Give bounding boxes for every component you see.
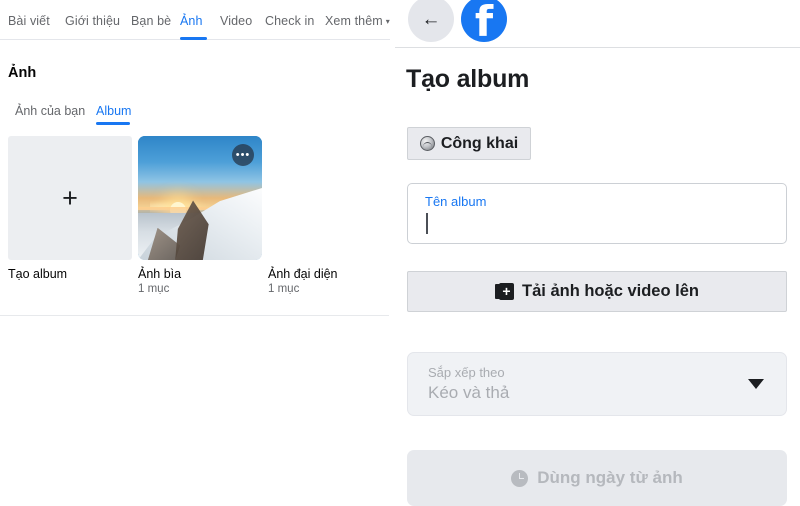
facebook-logo-icon[interactable]: f (461, 0, 507, 42)
privacy-selector-button[interactable]: Công khai (407, 127, 531, 160)
more-dots-icon[interactable]: ••• (232, 144, 254, 166)
profile-photos-panel: Bài viết Giới thiệu Bạn bè Ảnh Video Che… (0, 0, 390, 506)
chevron-down-icon[interactable] (748, 379, 764, 389)
album-item-count: 1 mục (268, 283, 300, 295)
add-photo-icon (495, 283, 515, 300)
album-name-input[interactable]: Tên album (407, 183, 787, 244)
album-name-label: Tên album (425, 194, 487, 209)
album-thumbnail[interactable] (268, 136, 390, 260)
nav-item-more[interactable]: Xem thêm ▾ (325, 14, 390, 28)
add-photo-front-sheet (499, 283, 515, 300)
nav-item-photos[interactable]: Ảnh (180, 14, 203, 28)
sort-by-select[interactable]: Sắp xếp theo Kéo và thả (407, 352, 787, 416)
clock-icon (511, 469, 529, 487)
upload-label: Tải ảnh hoặc video lên (522, 282, 699, 300)
upload-photo-video-button[interactable]: Tải ảnh hoặc video lên (407, 271, 787, 312)
back-button[interactable]: ← (408, 0, 454, 42)
nav-item-friends[interactable]: Bạn bè (131, 14, 171, 28)
album-title: Ảnh đại diện (268, 267, 338, 281)
album-title: Ảnh bìa (138, 267, 182, 281)
chevron-down-icon: ▾ (385, 17, 390, 26)
use-date-from-photos-button[interactable]: Dùng ngày từ ảnh (407, 450, 787, 506)
screenshot-root: Bài viết Giới thiệu Bạn bè Ảnh Video Che… (0, 0, 800, 506)
nav-item-more-label: Xem thêm (325, 14, 383, 28)
create-album-tile[interactable]: + (8, 136, 132, 260)
text-cursor (426, 213, 428, 234)
profile-nav: Bài viết Giới thiệu Bạn bè Ảnh Video Che… (0, 4, 390, 40)
subtab-active-underline (96, 122, 130, 125)
dialog-title: Tạo album (406, 65, 530, 93)
nav-item-checkin[interactable]: Check in (265, 14, 314, 28)
nav-active-underline (180, 37, 207, 40)
sort-by-label: Sắp xếp theo (428, 365, 505, 380)
page-title: Ảnh (8, 65, 37, 81)
back-arrow-icon: ← (421, 8, 441, 30)
highlight-box-create-album (8, 136, 132, 260)
album-card-create[interactable]: + Tạo album (8, 136, 132, 281)
create-album-dialog: ← f Tạo album Công khai Tên album Tải ả (395, 0, 800, 506)
use-date-label: Dùng ngày từ ảnh (537, 468, 683, 487)
globe-icon (419, 136, 435, 151)
privacy-label: Công khai (440, 134, 519, 152)
sort-by-value: Kéo và thả (428, 383, 510, 402)
facebook-f-glyph: f (474, 0, 494, 42)
album-title: Tạo album (8, 267, 68, 281)
album-thumbnail[interactable]: ••• (138, 136, 262, 260)
nav-item-posts[interactable]: Bài viết (8, 14, 50, 28)
album-item-count: 1 mục (138, 283, 170, 295)
subtab-albums[interactable]: Album (96, 104, 131, 118)
panel-divider (0, 315, 389, 316)
nav-item-video[interactable]: Video (220, 14, 252, 28)
subtab-your-photos[interactable]: Ảnh của bạn (15, 104, 85, 118)
nav-item-about[interactable]: Giới thiệu (65, 14, 120, 28)
album-card-cover-photos[interactable]: ••• Ảnh bìa 1 mục (138, 136, 262, 295)
album-card-profile-pictures[interactable]: Ảnh đại diện 1 mục (268, 136, 390, 295)
dialog-topbar: ← f (395, 0, 800, 48)
